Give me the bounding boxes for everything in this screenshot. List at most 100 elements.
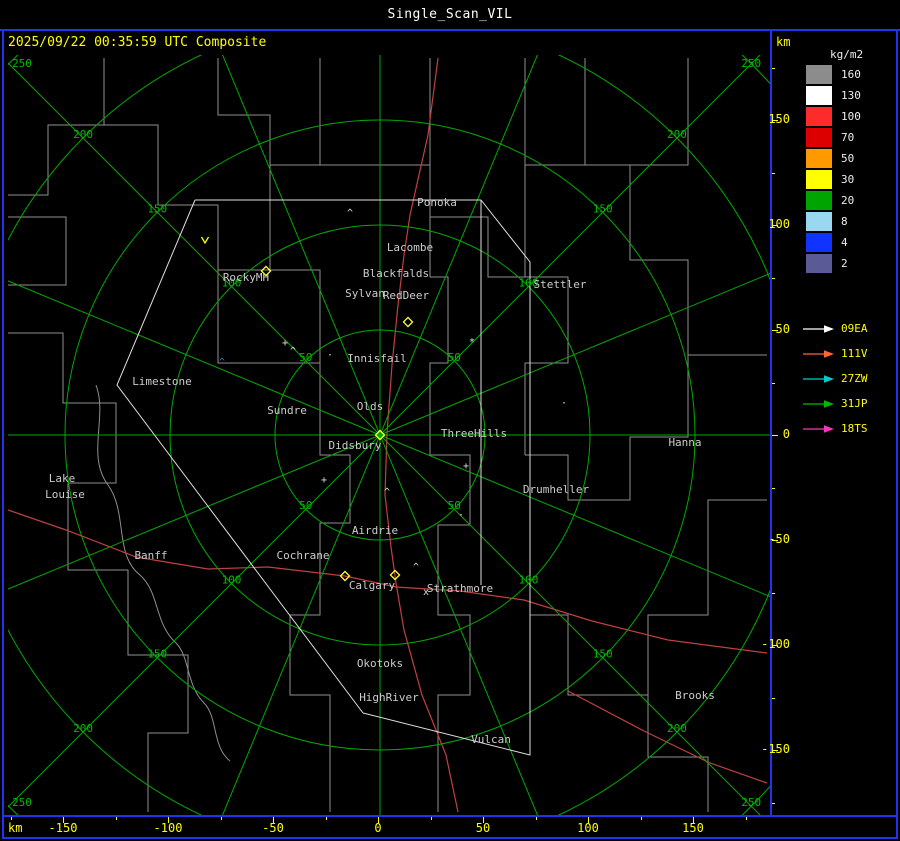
dot-marker-icon: ·	[561, 398, 567, 409]
town-label: Vulcan	[471, 733, 511, 746]
range-label: 100	[222, 573, 242, 586]
town-label: Airdrie	[352, 524, 398, 537]
axis-tick	[273, 817, 274, 823]
scan-timestamp: 2025/09/22 00:35:59 UTC Composite	[8, 35, 267, 50]
range-label: 50	[448, 351, 461, 364]
station-diamond-icon	[402, 316, 414, 328]
bottom-border	[2, 837, 898, 839]
axis-tick	[772, 330, 778, 331]
wind-arrow-icon	[200, 236, 210, 245]
colorbar-entry: 20	[806, 190, 861, 211]
radar-site-legend: 09EA 111V 27ZW 31JP 18TS	[802, 316, 868, 441]
axis-tick	[772, 277, 775, 279]
colorbar-entry: 2	[806, 253, 861, 274]
colorbar-swatch	[806, 107, 832, 126]
colorbar-value: 2	[841, 257, 848, 270]
radar-site-id: 31JP	[841, 397, 868, 410]
radar-map-canvas: 50 5050 50100 100100 100150 150150 150200 20020…	[8, 55, 770, 815]
plus-marker-icon: +	[463, 461, 469, 472]
axis-tick	[745, 817, 747, 820]
town-label: Limestone	[132, 375, 192, 388]
caret-marker-icon: ^	[290, 346, 296, 357]
caret-marker-icon: ^	[219, 357, 225, 368]
right-axis-label: 150	[768, 112, 790, 126]
town-label: Cochrane	[277, 549, 330, 562]
asterisk-marker-icon: *	[469, 337, 475, 348]
range-label: 150	[593, 648, 613, 661]
right-axis-label: -100	[761, 637, 790, 651]
town-label: RockyMH	[223, 271, 269, 284]
colorbar-entry: 100	[806, 106, 861, 127]
azimuth-line	[379, 55, 761, 436]
range-label: 200	[667, 128, 687, 141]
bottom-axis-unit: km	[8, 821, 23, 835]
county-boundary	[529, 500, 709, 812]
town-label: ThreeHills	[441, 427, 507, 440]
county-boundary	[525, 355, 689, 501]
axis-tick	[115, 817, 117, 820]
axis-tick	[168, 817, 169, 823]
town-label: Blackfalds	[363, 267, 429, 280]
colorbar-swatch	[806, 191, 832, 210]
colorbar-swatch	[806, 212, 832, 231]
axis-tick	[220, 817, 222, 820]
range-label: 250	[741, 796, 761, 809]
radar-site-id: 18TS	[841, 422, 868, 435]
caret-marker-icon: ^	[384, 487, 390, 498]
range-label: 50	[299, 351, 312, 364]
colorbar-value: 50	[841, 152, 855, 165]
town-label: Sundre	[267, 404, 307, 417]
colorbar-entry: 30	[806, 169, 861, 190]
dot-marker-icon: ·	[458, 510, 464, 521]
town-label: Drumheller	[523, 483, 590, 496]
map-right-divider	[770, 29, 772, 817]
range-label: 250	[12, 57, 32, 70]
axis-tick	[772, 172, 775, 174]
county-boundary	[269, 58, 321, 363]
town-label: Hanna	[668, 436, 701, 449]
colorbar: 160 130 100 70 50 30 20 8 4 2	[806, 64, 861, 274]
county-boundary	[429, 165, 525, 278]
county-boundary	[8, 216, 67, 286]
axis-tick	[772, 435, 778, 436]
range-label: 200	[667, 722, 687, 735]
county-boundary	[8, 332, 189, 812]
bottom-axis-label: -150	[48, 821, 78, 835]
town-label: Brooks	[675, 689, 715, 702]
right-axis-label: 100	[768, 217, 790, 231]
colorbar-entry: 130	[806, 85, 861, 106]
azimuth-line	[222, 434, 381, 815]
colorbar-entry: 160	[806, 64, 861, 85]
axis-tick	[693, 817, 694, 823]
radar-site-row: 27ZW	[802, 366, 868, 391]
axis-tick	[772, 645, 778, 646]
radar-site-row: 31JP	[802, 391, 868, 416]
right-axis-unit: km	[776, 35, 791, 49]
axis-tick	[588, 817, 589, 823]
range-label: 100	[519, 573, 539, 586]
town-label: Olds	[357, 400, 384, 413]
range-label: 50	[299, 499, 312, 512]
colorbar-swatch	[806, 254, 832, 273]
range-label: 150	[147, 648, 167, 661]
county-boundary	[320, 58, 431, 166]
range-label: 200	[73, 128, 93, 141]
radar-arrow-icon	[803, 374, 834, 383]
caret-marker-icon: ^	[347, 208, 353, 219]
town-label: Innisfail	[347, 352, 407, 365]
map-bottom-divider	[2, 815, 896, 817]
plus-marker-icon: +	[321, 475, 327, 486]
bottom-axis-label: -100	[153, 821, 183, 835]
colorbar-swatch	[806, 170, 832, 189]
axis-tick	[640, 817, 642, 820]
county-boundary	[524, 58, 586, 166]
colorbar-entry: 8	[806, 211, 861, 232]
radar-site-row: 09EA	[802, 316, 868, 341]
azimuth-line	[8, 62, 381, 436]
county-boundary	[647, 499, 767, 695]
colorbar-value: 30	[841, 173, 855, 186]
town-label: Louise	[45, 488, 85, 501]
town-label: Strathmore	[427, 582, 493, 595]
town-label: Ponoka	[417, 196, 457, 209]
radar-site-row: 18TS	[802, 416, 868, 441]
